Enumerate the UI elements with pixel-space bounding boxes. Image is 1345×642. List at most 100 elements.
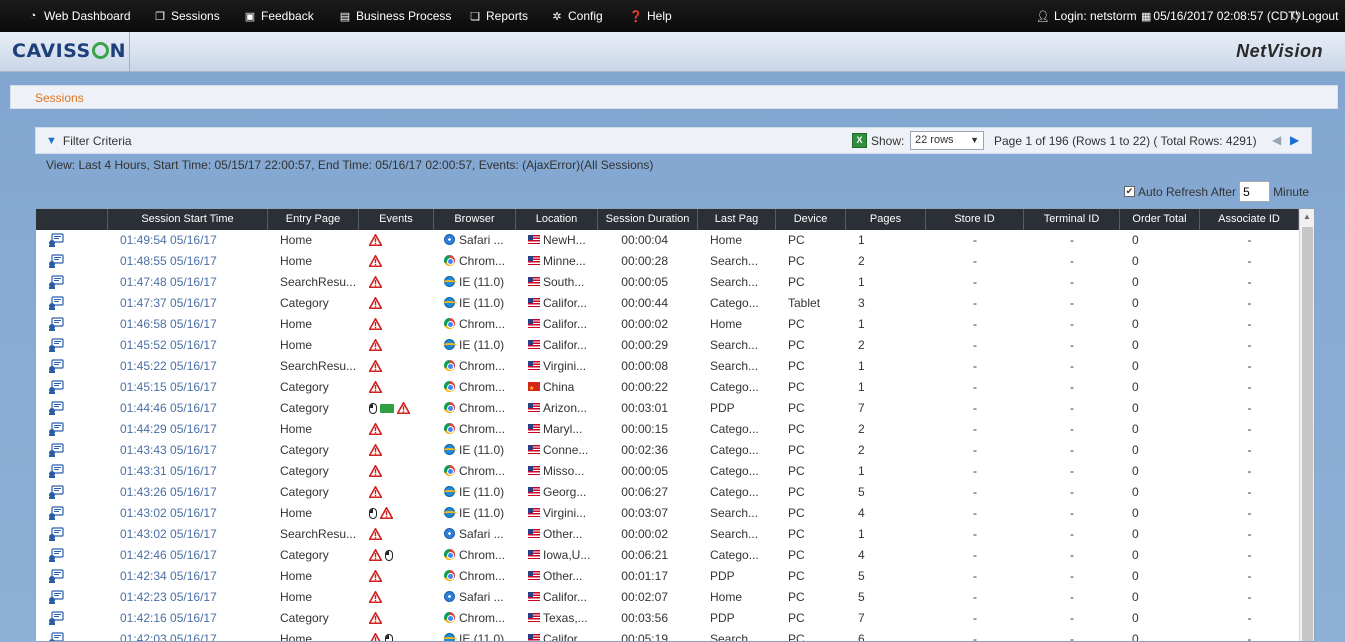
ajax-error-icon[interactable] <box>380 506 393 520</box>
table-row[interactable]: 01:48:55 05/16/17 Home 00:00:28 Search... PC… <box>36 251 1299 272</box>
nav-item-sessions[interactable]: ❐ Sessions <box>153 9 220 23</box>
session-detail-icon[interactable] <box>48 590 64 604</box>
cell-time[interactable]: 01:47:48 05/16/17 <box>120 272 268 293</box>
session-detail-icon[interactable] <box>48 464 64 478</box>
session-detail-icon[interactable] <box>48 401 64 415</box>
cell-time[interactable]: 01:42:03 05/16/17 <box>120 629 268 641</box>
column-header-associate-id[interactable]: Associate ID <box>1200 209 1299 230</box>
session-detail-icon[interactable] <box>48 233 64 247</box>
column-header-store-id[interactable]: Store ID <box>926 209 1024 230</box>
ajax-error-icon[interactable] <box>369 338 382 352</box>
column-header-order-total[interactable]: Order Total <box>1120 209 1200 230</box>
mouse-icon[interactable] <box>369 403 377 414</box>
cell-time[interactable]: 01:44:46 05/16/17 <box>120 398 268 419</box>
ajax-error-icon[interactable] <box>369 317 382 331</box>
ajax-error-icon[interactable] <box>369 443 382 457</box>
session-detail-icon[interactable] <box>48 275 64 289</box>
ajax-error-icon[interactable] <box>369 527 382 541</box>
session-detail-icon[interactable] <box>48 296 64 310</box>
session-detail-icon[interactable] <box>48 611 64 625</box>
nav-item-feedback[interactable]: ▣ Feedback <box>243 9 314 23</box>
column-header-location[interactable]: Location <box>516 209 598 230</box>
nav-item-business-process[interactable]: ▤ Business Process <box>338 9 452 23</box>
cell-time[interactable]: 01:44:29 05/16/17 <box>120 419 268 440</box>
table-row[interactable]: 01:42:23 05/16/17 Home 00:02:07 Home PC 5 - - 0 -… <box>36 587 1299 608</box>
column-header-browser[interactable]: Browser <box>434 209 516 230</box>
table-row[interactable]: 01:47:48 05/16/17 SearchResu... 00:00:05 Se… <box>36 272 1299 293</box>
cell-time[interactable]: 01:48:55 05/16/17 <box>120 251 268 272</box>
table-row[interactable]: 01:43:02 05/16/17 Home 00:03:07 Search... PC… <box>36 503 1299 524</box>
prev-page-icon[interactable]: ◀ <box>1272 133 1281 147</box>
table-row[interactable]: 01:44:29 05/16/17 Home 00:00:15 Catego... PC… <box>36 419 1299 440</box>
rows-per-page-select[interactable]: 22 rows ▼ <box>910 131 984 150</box>
nav-item-reports[interactable]: ❏ Reports <box>468 9 528 23</box>
cell-time[interactable]: 01:43:31 05/16/17 <box>120 461 268 482</box>
table-row[interactable]: 01:43:31 05/16/17 Category 00:00:05 Catego.… <box>36 461 1299 482</box>
table-row[interactable]: 01:43:26 05/16/17 Category 00:06:27 Catego.… <box>36 482 1299 503</box>
cell-time[interactable]: 01:43:26 05/16/17 <box>120 482 268 503</box>
session-detail-icon[interactable] <box>48 422 64 436</box>
mouse-icon[interactable] <box>369 508 377 519</box>
cell-time[interactable]: 01:45:22 05/16/17 <box>120 356 268 377</box>
logout-button[interactable]: ⏻ Logout <box>1292 9 1338 23</box>
session-detail-icon[interactable] <box>48 380 64 394</box>
table-row[interactable]: 01:42:46 05/16/17 Category 00:06:21 Catego.… <box>36 545 1299 566</box>
session-detail-icon[interactable] <box>48 338 64 352</box>
cell-time[interactable]: 01:45:15 05/16/17 <box>120 377 268 398</box>
cell-time[interactable]: 01:42:16 05/16/17 <box>120 608 268 629</box>
filter-criteria-toggle[interactable]: ▼ Filter Criteria <box>46 134 132 148</box>
table-row[interactable]: 01:45:15 05/16/17 Category 00:00:22 Catego.… <box>36 377 1299 398</box>
session-detail-icon[interactable] <box>48 359 64 373</box>
table-row[interactable]: 01:42:16 05/16/17 Category 00:03:56 PDP PC 7 -… <box>36 608 1299 629</box>
ajax-error-icon[interactable] <box>369 590 382 604</box>
ajax-error-icon[interactable] <box>369 485 382 499</box>
cell-time[interactable]: 01:46:58 05/16/17 <box>120 314 268 335</box>
table-row[interactable]: 01:44:46 05/16/17 Category 00:03:01 PDP PC 7 -… <box>36 398 1299 419</box>
scroll-thumb[interactable] <box>1302 227 1313 641</box>
ajax-error-icon[interactable] <box>369 632 382 641</box>
next-page-icon[interactable]: ▶ <box>1290 133 1299 147</box>
cell-time[interactable]: 01:43:02 05/16/17 <box>120 524 268 545</box>
truck-icon[interactable] <box>380 404 394 413</box>
ajax-error-icon[interactable] <box>369 464 382 478</box>
cell-time[interactable]: 01:42:34 05/16/17 <box>120 566 268 587</box>
ajax-error-icon[interactable] <box>369 548 382 562</box>
nav-item-help[interactable]: ❓ Help <box>629 9 672 23</box>
vertical-scrollbar[interactable]: ▲ <box>1299 209 1314 641</box>
cell-time[interactable]: 01:47:37 05/16/17 <box>120 293 268 314</box>
ajax-error-icon[interactable] <box>369 422 382 436</box>
nav-item-web-dashboard[interactable]: ◔ Web Dashboard <box>26 9 131 23</box>
ajax-error-icon[interactable] <box>369 380 382 394</box>
ajax-error-icon[interactable] <box>369 611 382 625</box>
login-info[interactable]: 👤︎ Login: netstorm <box>1036 9 1137 23</box>
nav-item-config[interactable]: ✲ Config <box>550 9 602 23</box>
table-row[interactable]: 01:47:37 05/16/17 Category 00:00:44 Catego.… <box>36 293 1299 314</box>
ajax-error-icon[interactable] <box>369 254 382 268</box>
export-excel-icon[interactable]: X <box>852 133 867 148</box>
column-header-terminal-id[interactable]: Terminal ID <box>1024 209 1120 230</box>
ajax-error-icon[interactable] <box>369 569 382 583</box>
column-header-session-start-time[interactable]: Session Start Time <box>108 209 268 230</box>
mouse-icon[interactable] <box>385 550 393 561</box>
ajax-error-icon[interactable] <box>369 233 382 247</box>
ajax-error-icon[interactable] <box>397 401 410 415</box>
ajax-error-icon[interactable] <box>369 275 382 289</box>
column-header-events[interactable]: Events <box>359 209 434 230</box>
column-header-device[interactable]: Device <box>776 209 846 230</box>
session-detail-icon[interactable] <box>48 548 64 562</box>
table-row[interactable]: 01:49:54 05/16/17 Home 00:00:04 Home PC 1 - - 0 -… <box>36 230 1299 251</box>
session-detail-icon[interactable] <box>48 569 64 583</box>
cell-time[interactable]: 01:45:52 05/16/17 <box>120 335 268 356</box>
auto-refresh-checkbox[interactable]: ✔ <box>1124 186 1135 197</box>
ajax-error-icon[interactable] <box>369 359 382 373</box>
session-detail-icon[interactable] <box>48 254 64 268</box>
ajax-error-icon[interactable] <box>369 296 382 310</box>
table-row[interactable]: 01:45:22 05/16/17 SearchResu... 00:00:08 Se… <box>36 356 1299 377</box>
session-detail-icon[interactable] <box>48 443 64 457</box>
cell-time[interactable]: 01:49:54 05/16/17 <box>120 230 268 251</box>
session-detail-icon[interactable] <box>48 632 64 641</box>
auto-refresh-minutes-input[interactable] <box>1239 181 1271 202</box>
table-row[interactable]: 01:43:02 05/16/17 SearchResu... 00:00:02 Se… <box>36 524 1299 545</box>
session-detail-icon[interactable] <box>48 506 64 520</box>
table-row[interactable]: 01:42:34 05/16/17 Home 00:01:17 PDP PC 5 - - 0 - C… <box>36 566 1299 587</box>
